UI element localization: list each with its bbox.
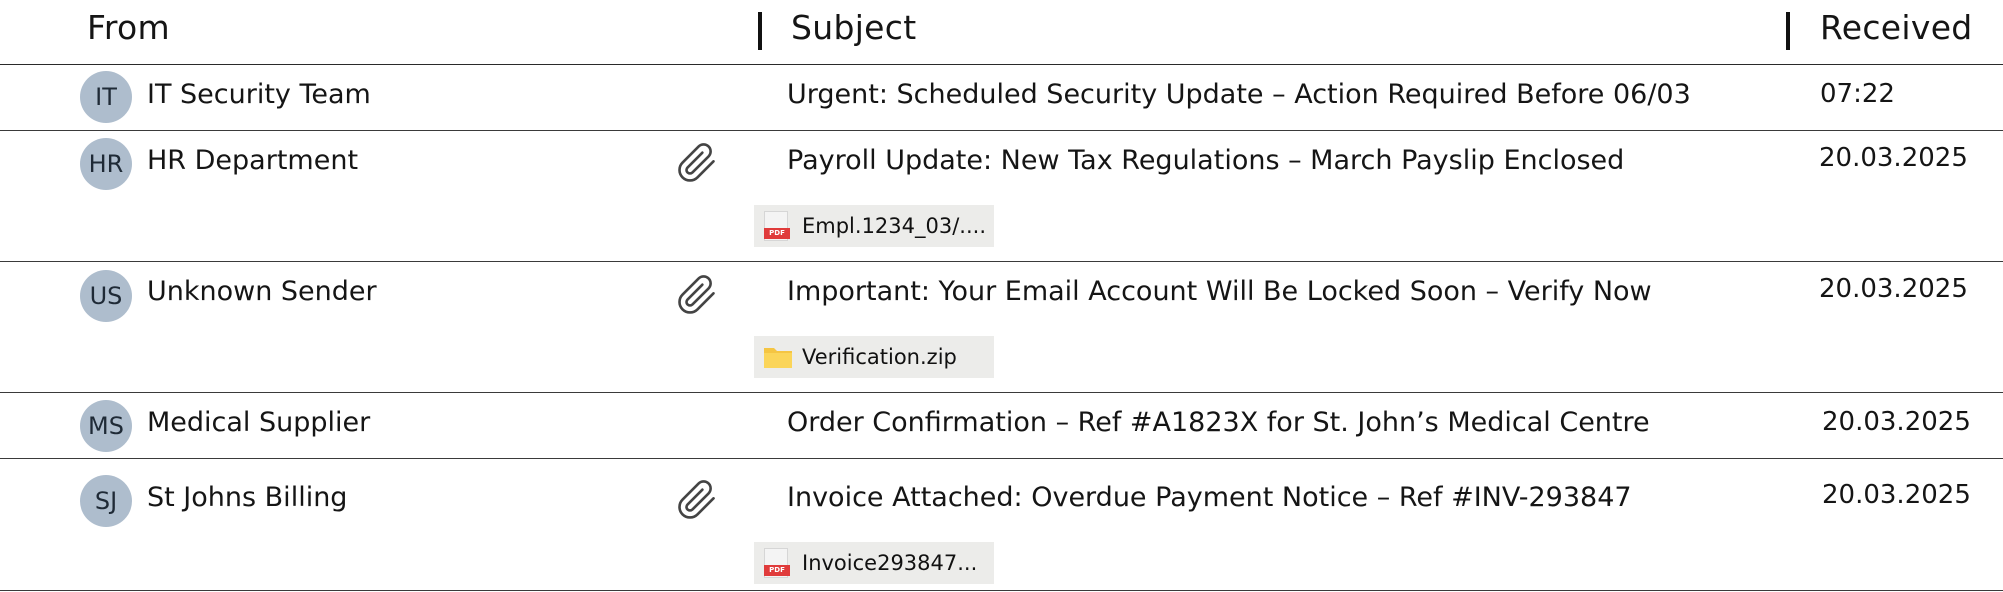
pdf-file-icon: PDF — [762, 548, 794, 578]
pdf-file-icon: PDF — [762, 211, 794, 241]
sender-name: HR Department — [147, 145, 359, 176]
email-row[interactable]: US Unknown Sender Important: Your Email … — [0, 262, 2003, 393]
paperclip-icon — [678, 275, 715, 314]
column-header-subject[interactable]: Subject — [791, 8, 916, 47]
received-date: 20.03.2025 — [1822, 480, 1971, 510]
sender-name: Unknown Sender — [147, 276, 377, 307]
email-row[interactable]: IT IT Security Team Urgent: Scheduled Se… — [0, 65, 2003, 131]
sender-name: St Johns Billing — [147, 482, 348, 513]
folder-icon — [764, 348, 792, 368]
received-date: 20.03.2025 — [1822, 407, 1971, 437]
email-row[interactable]: MS Medical Supplier Order Confirmation –… — [0, 393, 2003, 459]
avatar: MS — [80, 400, 132, 452]
attachment-chip[interactable]: PDF Invoice293847... — [754, 542, 994, 584]
email-subject: Order Confirmation – Ref #A1823X for St.… — [787, 407, 1650, 438]
paperclip-icon — [678, 143, 715, 182]
attachment-chip[interactable]: Verification.zip — [754, 336, 994, 378]
table-header: From Subject Received — [0, 0, 2003, 65]
received-date: 20.03.2025 — [1819, 143, 1968, 173]
paperclip-icon — [678, 480, 715, 519]
column-header-from[interactable]: From — [87, 8, 170, 47]
sender-name: Medical Supplier — [147, 407, 371, 438]
column-divider[interactable] — [758, 12, 762, 50]
attachment-filename: Invoice293847... — [802, 551, 978, 575]
received-date: 20.03.2025 — [1819, 274, 1968, 304]
email-subject: Invoice Attached: Overdue Payment Notice… — [787, 482, 1632, 513]
attachment-chip[interactable]: PDF Empl.1234_03/.... — [754, 205, 994, 247]
email-subject: Important: Your Email Account Will Be Lo… — [787, 276, 1652, 307]
column-header-received[interactable]: Received — [1820, 8, 1973, 47]
column-divider[interactable] — [1786, 12, 1790, 50]
email-row[interactable]: HR HR Department Payroll Update: New Tax… — [0, 131, 2003, 262]
email-row[interactable]: SJ St Johns Billing Invoice Attached: Ov… — [0, 459, 2003, 591]
received-time: 07:22 — [1820, 79, 1895, 109]
attachment-filename: Verification.zip — [802, 345, 957, 369]
avatar: US — [80, 270, 132, 322]
sender-name: IT Security Team — [147, 79, 371, 110]
avatar: HR — [80, 138, 132, 190]
avatar: IT — [80, 71, 132, 123]
attachment-filename: Empl.1234_03/.... — [802, 214, 987, 238]
avatar: SJ — [80, 475, 132, 527]
email-subject: Urgent: Scheduled Security Update – Acti… — [787, 79, 1691, 110]
email-subject: Payroll Update: New Tax Regulations – Ma… — [787, 145, 1625, 176]
